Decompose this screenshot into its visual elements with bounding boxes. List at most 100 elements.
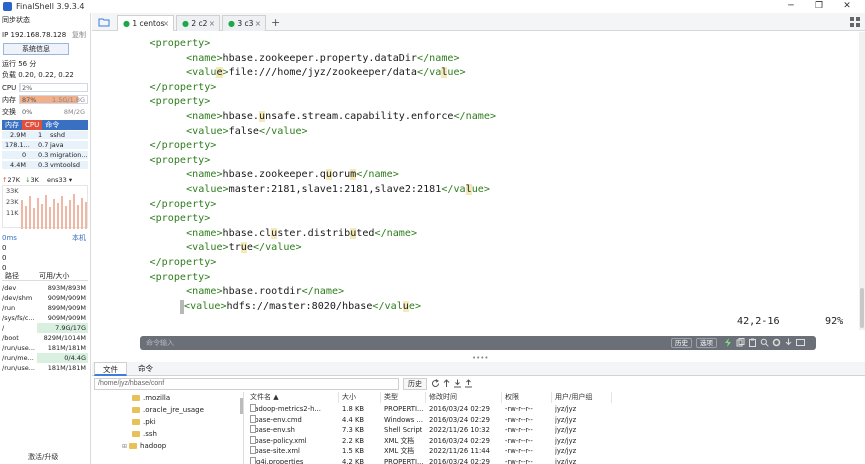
tree-item[interactable]: ⊞ hadoop xyxy=(122,440,166,452)
file-name-label: hbase-env.cmd xyxy=(250,415,302,424)
file-owner: jyz/jyz xyxy=(555,436,577,445)
connected-dot-icon: ● xyxy=(123,19,130,28)
col-filename[interactable]: 文件名 ▲ xyxy=(247,392,339,403)
lightning-icon[interactable] xyxy=(724,338,733,347)
xml-tag: </name> xyxy=(453,111,497,122)
paste-icon[interactable] xyxy=(748,338,757,347)
terminal-line: <name>hbase.unsafe.stream.capability.enf… xyxy=(186,110,496,124)
disk-size: 829M/1014M xyxy=(43,334,86,342)
proc-mem: 2.9M xyxy=(10,131,26,139)
process-row[interactable]: 178.1... 0.7 java xyxy=(2,141,88,150)
proc-tab-memory[interactable]: 内存 xyxy=(2,120,22,130)
close-tab-icon[interactable]: × xyxy=(209,16,215,31)
proc-tab-command[interactable]: 命令 xyxy=(42,120,62,130)
col-size[interactable]: 大小 xyxy=(339,392,381,403)
file-name: hbase-env.cmd xyxy=(250,414,338,426)
panel-resize-handle[interactable]: •••• xyxy=(472,354,489,362)
close-tab-icon[interactable]: × xyxy=(255,16,261,31)
disk-row: /sys/fs/c... 909M/909M xyxy=(2,313,88,323)
tree-item[interactable]: .oracle_jre_usage xyxy=(132,404,204,416)
terminal-line: <property> xyxy=(150,271,211,285)
file-row[interactable]: hbase-policy.xml 2.2 KB XML 文档 2016/03/24 0… xyxy=(247,435,865,447)
upload-icon[interactable] xyxy=(464,379,473,388)
add-tab-icon[interactable]: + xyxy=(271,15,280,30)
expand-icon[interactable]: ⊞ xyxy=(122,443,127,450)
network-graph: 33K 23K 11K xyxy=(2,185,88,229)
xml-tag: </name> xyxy=(417,52,460,64)
file-row[interactable]: log4j.properties 4.2 KB PROPERTI... 2016/03… xyxy=(247,456,865,464)
ping-host[interactable]: 本机 xyxy=(72,233,86,243)
close-icon[interactable]: ✕ xyxy=(833,0,861,13)
file-row[interactable]: hbase-env.cmd 4.4 KB Windows ... 2016/03/24… xyxy=(247,414,865,426)
folder-icon xyxy=(132,431,140,437)
minimize-icon[interactable]: ─ xyxy=(777,0,805,13)
copy-ip-link[interactable]: 复制 xyxy=(72,30,86,40)
copy-icon[interactable] xyxy=(736,338,745,347)
maximize-icon[interactable]: ❐ xyxy=(805,0,833,13)
file-name: log4j.properties xyxy=(250,456,338,464)
up-directory-icon[interactable] xyxy=(442,379,451,388)
file-row[interactable]: hbase-site.xml 1.5 KB XML 文档 2022/11/26 11:… xyxy=(247,446,865,457)
file-type: Shell Script xyxy=(384,426,423,434)
col-type[interactable]: 类型 xyxy=(381,392,426,403)
file-owner: jyz/jyz xyxy=(555,415,577,424)
tree-scrollbar[interactable] xyxy=(240,398,243,414)
cpu-meter: 2% xyxy=(19,83,88,92)
tab-c3[interactable]: ● 3 c3 × xyxy=(222,15,266,31)
terminal-output[interactable]: <property> <name>hbase.zookeeper.property… xyxy=(92,32,857,330)
close-tab-icon[interactable]: × xyxy=(163,16,169,31)
download-icon[interactable] xyxy=(453,379,462,388)
tree-item[interactable]: .ssh xyxy=(132,428,157,440)
process-row[interactable]: 4.4M 0.3 vmtoolsd xyxy=(2,161,88,170)
file-size: 1.5 KB xyxy=(342,447,365,455)
folder-icon xyxy=(129,443,138,449)
window-icon[interactable] xyxy=(796,338,805,347)
download-icon[interactable] xyxy=(784,338,793,347)
search-icon[interactable] xyxy=(760,338,769,347)
tab-c2[interactable]: ● 2 c2 × xyxy=(176,15,220,31)
proc-cpu: 0.3 xyxy=(38,161,49,169)
file-mtime: 2022/11/26 11:44 xyxy=(429,447,490,455)
refresh-icon[interactable] xyxy=(431,379,440,388)
terminal-line: </property> xyxy=(150,256,217,270)
activate-upgrade-link[interactable]: 激活/升级 xyxy=(28,452,58,462)
settings-icon[interactable] xyxy=(772,338,781,347)
file-type: PROPERTI... xyxy=(384,405,424,413)
col-mtime[interactable]: 修改时间 xyxy=(426,392,502,403)
command-input[interactable] xyxy=(146,338,666,348)
tab-centos[interactable]: ● 1 centos × xyxy=(117,15,174,31)
xml-text: ster.distrib xyxy=(277,227,351,239)
chevron-down-icon[interactable]: ▾ xyxy=(69,176,72,184)
history-button[interactable]: 历史 xyxy=(671,338,692,348)
disk-path: /dev xyxy=(2,284,17,292)
net-interface[interactable]: ens33 xyxy=(47,176,67,184)
disk-table-header: 路径 可用/大小 xyxy=(2,271,88,281)
xml-tag: </property> xyxy=(149,198,217,210)
disk-header-path: 路径 xyxy=(5,272,19,280)
file-icon xyxy=(250,425,256,433)
tree-item[interactable]: .pki xyxy=(132,416,156,428)
title-bar: FinalShell 3.9.3.4 ─ ❐ ✕ xyxy=(0,0,865,13)
tree-item[interactable]: .mozilla xyxy=(132,392,170,404)
col-permission[interactable]: 权限 xyxy=(502,392,552,403)
file-row[interactable]: hbase-env.sh 7.3 KB Shell Script 2022/11/26… xyxy=(247,425,865,436)
file-mtime: 2016/03/24 02:29 xyxy=(429,415,490,424)
tab-files[interactable]: 文件 xyxy=(94,362,127,376)
folder-icon[interactable] xyxy=(98,17,110,27)
options-button[interactable]: 选项 xyxy=(696,338,717,348)
terminal-scrollbar[interactable] xyxy=(859,32,865,330)
proc-tab-cpu[interactable]: CPU xyxy=(22,120,43,130)
tab-commands[interactable]: 命令 xyxy=(130,362,161,376)
xml-tag: <value> xyxy=(186,184,229,195)
path-history-button[interactable]: 历史 xyxy=(403,378,427,390)
file-row[interactable]: hadoop-metrics2-h... 1.8 KB PROPERTI... 201… xyxy=(247,404,865,415)
scrollbar-thumb[interactable] xyxy=(860,288,864,328)
file-name: hbase-policy.xml xyxy=(250,435,338,447)
grid-view-icon[interactable] xyxy=(850,17,860,27)
col-owner[interactable]: 用户/用户组 xyxy=(552,392,612,403)
path-input[interactable]: /home/jyz/hbase/conf xyxy=(94,378,399,390)
process-row[interactable]: 2.9M 1 sshd xyxy=(2,131,88,140)
system-info-button[interactable]: 系统信息 xyxy=(3,43,69,55)
process-row[interactable]: 0 0.3 migration... xyxy=(2,151,88,160)
ping-header: 0ms 本机 xyxy=(2,233,88,243)
